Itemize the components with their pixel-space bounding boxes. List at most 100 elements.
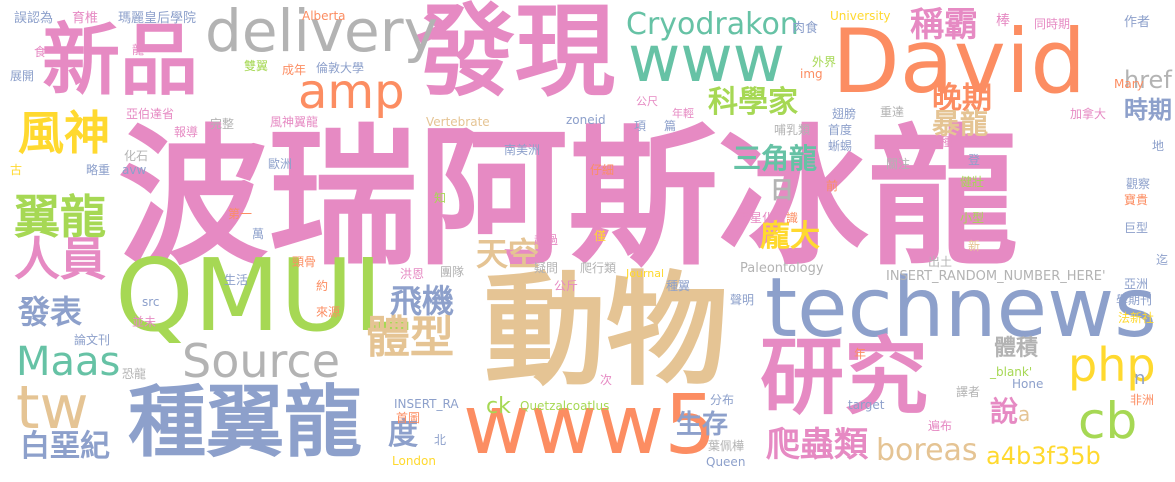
word: Alberta bbox=[302, 9, 346, 23]
word: 南美洲 bbox=[504, 143, 541, 157]
word: 新品 bbox=[42, 16, 199, 106]
word: 新 bbox=[968, 239, 981, 253]
word: London bbox=[392, 454, 436, 468]
word: 人員 bbox=[14, 232, 106, 286]
word: 生活 bbox=[224, 273, 249, 287]
word: INSERT_RA bbox=[394, 397, 459, 411]
word: 疑問 bbox=[534, 261, 559, 275]
word: INSERT_RANDOM_NUMBER_HERE' bbox=[886, 269, 1106, 284]
word: 超過 bbox=[534, 233, 559, 247]
word: ck bbox=[486, 394, 511, 419]
word: 約 bbox=[316, 279, 329, 293]
word: Mary bbox=[1114, 77, 1144, 91]
word: 巨型 bbox=[1124, 221, 1149, 235]
word: 科學家 bbox=[708, 85, 798, 120]
word: 爬蟲類 bbox=[766, 425, 868, 465]
word: 時期 bbox=[1124, 96, 1172, 124]
word: 加拿大 bbox=[1070, 107, 1107, 121]
word: avw bbox=[122, 163, 147, 177]
word: 同時期 bbox=[1034, 17, 1071, 31]
word: 瑪麗皇后學院 bbox=[118, 11, 197, 26]
word: University bbox=[830, 9, 891, 23]
word: 僅 bbox=[594, 229, 607, 243]
word: 亞洲 bbox=[1124, 277, 1149, 291]
word: 報導 bbox=[174, 125, 199, 139]
word: 歐洲 bbox=[268, 157, 293, 171]
word: amp bbox=[298, 64, 405, 120]
word: 棒 bbox=[996, 13, 1010, 29]
word: 誤認為 bbox=[14, 11, 54, 26]
word: 翅膀 bbox=[832, 107, 857, 121]
word: 白堊紀 bbox=[20, 429, 110, 464]
word: 次 bbox=[600, 373, 613, 387]
word: 完整 bbox=[210, 117, 235, 131]
word: src bbox=[142, 295, 160, 309]
word: Queen bbox=[706, 455, 746, 469]
word: 龐大 bbox=[760, 219, 820, 254]
word: Journal bbox=[626, 267, 665, 280]
word: 體型 bbox=[366, 312, 454, 363]
word: 種翼 bbox=[666, 279, 691, 293]
word: 迄 bbox=[1156, 253, 1169, 267]
word: 年 bbox=[854, 347, 867, 361]
word: 說 bbox=[990, 395, 1019, 428]
word: 生存 bbox=[676, 410, 729, 440]
word: Hone bbox=[1012, 377, 1044, 391]
word: 稱霸 bbox=[910, 5, 978, 45]
word: 非洲 bbox=[1130, 393, 1155, 407]
word: 化石 bbox=[124, 149, 149, 163]
word: Quetzalcoatlus bbox=[520, 399, 610, 413]
word: 寶貴 bbox=[1124, 193, 1149, 207]
word: 肉食 bbox=[792, 21, 819, 36]
word: 來源 bbox=[316, 305, 341, 319]
word: 首圖 bbox=[396, 411, 421, 425]
word: cb bbox=[1078, 392, 1138, 450]
word: 發表 bbox=[18, 293, 83, 331]
word: Cryodrakon bbox=[626, 7, 799, 42]
word: img bbox=[800, 67, 823, 81]
word: 展開 bbox=[10, 69, 35, 83]
word: 登 bbox=[968, 153, 981, 167]
word: a bbox=[1018, 402, 1031, 426]
word: 首度 bbox=[828, 123, 853, 137]
word: 出土 bbox=[928, 255, 953, 269]
word: 葉佩樺 bbox=[708, 439, 745, 453]
word: target bbox=[848, 398, 885, 412]
word: 識 bbox=[786, 211, 799, 225]
word: 萬 bbox=[252, 227, 265, 241]
word: 作者 bbox=[1124, 15, 1151, 30]
word: 並未 bbox=[132, 315, 157, 329]
word: Maas bbox=[16, 339, 121, 385]
word: _blank' bbox=[990, 365, 1033, 379]
word: 健壯 bbox=[960, 175, 985, 189]
word: 譯者 bbox=[956, 385, 981, 399]
word: 重達 bbox=[880, 105, 905, 119]
word: 學期刊 bbox=[1116, 293, 1153, 307]
word: 飛機 bbox=[390, 282, 455, 320]
word: 零星化石 bbox=[738, 211, 787, 225]
word: 篇 bbox=[664, 119, 677, 133]
word: 倫敦大學 bbox=[316, 61, 365, 75]
word: 聲明 bbox=[730, 293, 755, 307]
word: 年輕 bbox=[672, 107, 694, 120]
word: 風神翼龍 bbox=[270, 115, 319, 129]
word: 日 bbox=[770, 176, 794, 204]
word: boreas bbox=[876, 433, 978, 468]
word: 研究 bbox=[760, 328, 929, 426]
word: a4b3f35b bbox=[986, 442, 1101, 470]
word: 第一 bbox=[228, 207, 253, 221]
word: 項 bbox=[634, 119, 647, 133]
word: 三角龍 bbox=[733, 142, 818, 175]
word: 發現 bbox=[415, 0, 615, 110]
word: 風神 bbox=[18, 106, 110, 160]
word-cloud: 波瑞阿斯冰龍 動物 QMUL technews 發現 David www5 種翼… bbox=[0, 0, 1175, 482]
word: 團隊 bbox=[440, 265, 465, 279]
word: 分布 bbox=[710, 393, 735, 407]
word: Source bbox=[182, 334, 340, 388]
word: 公斤 bbox=[554, 279, 579, 293]
word: 哺乳類 bbox=[774, 123, 811, 137]
word: 古 bbox=[10, 163, 23, 177]
word: 體積 bbox=[994, 336, 1039, 361]
word: 天空 bbox=[476, 235, 541, 273]
word: 仔細 bbox=[590, 163, 615, 177]
